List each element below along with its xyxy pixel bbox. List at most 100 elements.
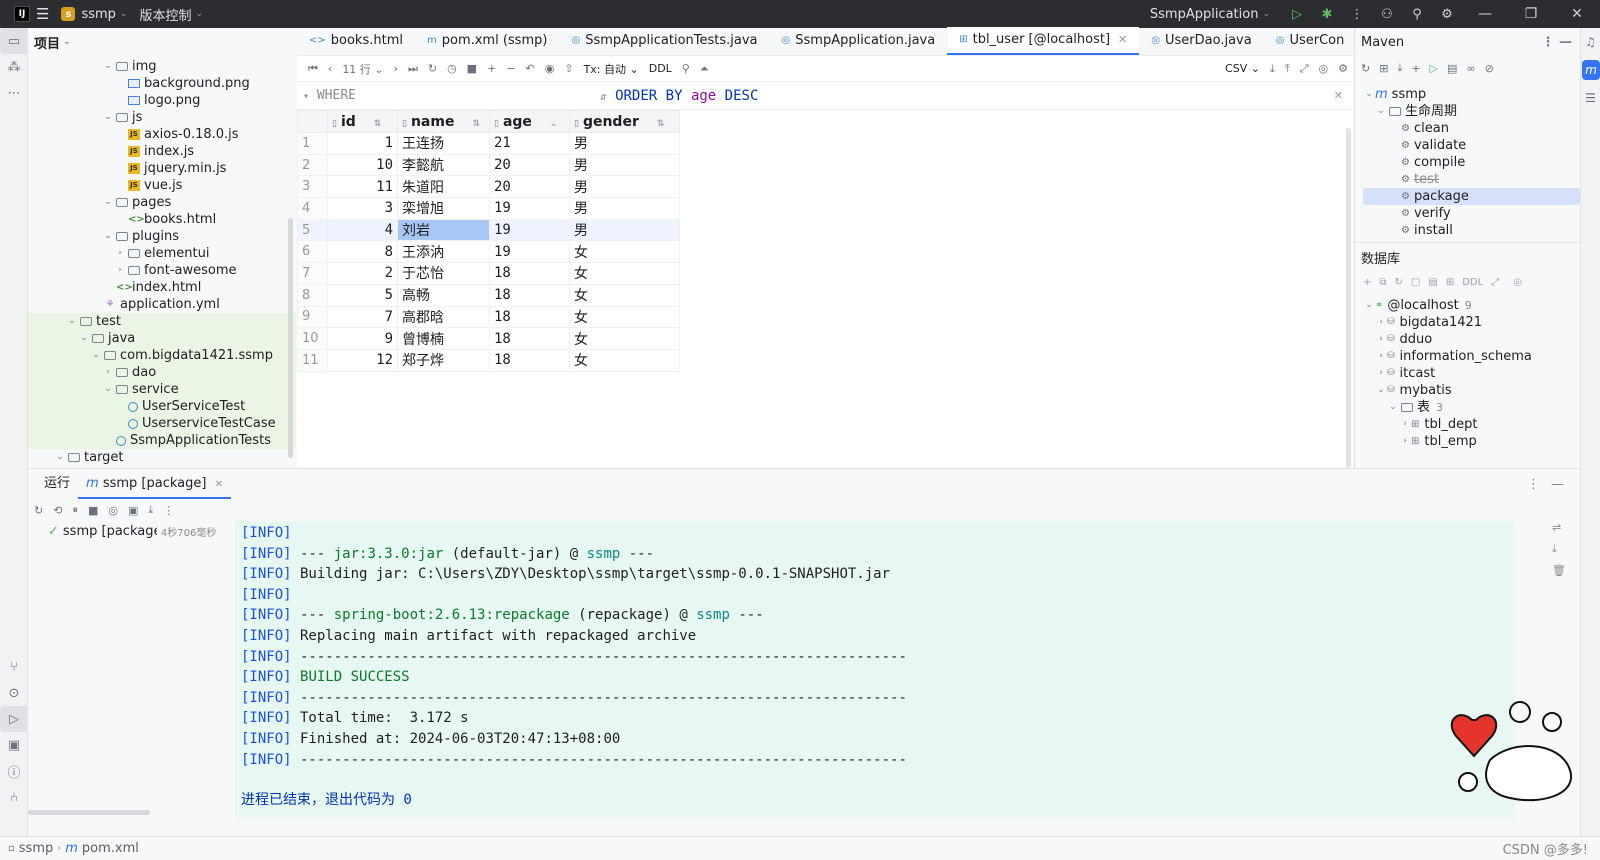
hamburger-menu-icon[interactable]: ☰	[36, 5, 49, 23]
preview-icon[interactable]: ◉	[540, 62, 560, 75]
tree-item[interactable]: › dao	[28, 364, 296, 381]
maven-project[interactable]: ⌄ m ssmp	[1363, 86, 1580, 103]
table-row[interactable]: 10 9 曾博楠 18 女	[297, 327, 680, 350]
editor-tab[interactable]: ◎ UserDao.java	[1139, 27, 1263, 55]
ddl-icon[interactable]: DDL	[1462, 277, 1483, 288]
copy-icon[interactable]: ⧉	[1379, 277, 1386, 288]
grid-icon[interactable]: ⊞	[1446, 277, 1454, 288]
tree-item[interactable]: ⌄ service	[28, 381, 296, 398]
tree-item[interactable]: background.png	[28, 75, 296, 92]
cell-gender[interactable]: 女	[569, 283, 680, 307]
view-icon[interactable]: ◎	[1513, 277, 1522, 288]
cell-id[interactable]: 9	[327, 327, 398, 350]
cell-age[interactable]: 19	[489, 218, 570, 242]
stop-icon[interactable]: ■	[462, 62, 482, 75]
table-row[interactable]: 6 8 王添汭 19 女	[297, 240, 680, 264]
tree-item[interactable]: ⚘ application.yml	[28, 296, 296, 313]
refresh-icon[interactable]: ↻	[423, 62, 442, 75]
sort-icon[interactable]: ⇅	[374, 119, 382, 129]
maven-goal[interactable]: ⚙ install	[1363, 222, 1580, 239]
soft-wrap-icon[interactable]: ⇌	[1552, 521, 1566, 534]
refresh-icon[interactable]: ↻	[1395, 277, 1403, 288]
git-tool-icon[interactable]: ⑃	[0, 784, 28, 810]
expand-toggle-icon[interactable]: ⌄	[102, 109, 114, 126]
table-row[interactable]: 11 12 郑子烨 18 女	[297, 348, 680, 372]
table-icon[interactable]: ▤	[1428, 277, 1437, 288]
expand-toggle-icon[interactable]: ⌄	[102, 194, 114, 211]
cell-age[interactable]: 18	[489, 348, 570, 372]
show-output-icon[interactable]: ◎	[108, 504, 118, 517]
run-config-tab[interactable]: m ssmp [package] ✕	[78, 469, 231, 499]
db-schema[interactable]: › ⛁ bigdata1421	[1363, 314, 1580, 331]
table-row[interactable]: 4 3 栾增旭 19 男	[297, 197, 680, 220]
cell-gender[interactable]: 男	[569, 218, 680, 242]
cell-name[interactable]: 高郡晗	[397, 305, 490, 329]
database-tool-icon[interactable]: ☰	[1581, 84, 1600, 112]
db-schema[interactable]: › ⛁ information_schema	[1363, 348, 1580, 365]
chart-icon[interactable]: ⏶	[695, 62, 714, 76]
cell-name[interactable]: 郑子烨	[397, 348, 490, 372]
close-icon[interactable]: ✕	[1554, 6, 1600, 22]
terminal-tool-icon[interactable]: ▣	[0, 732, 28, 758]
cell-name[interactable]: 王添汭	[397, 240, 490, 264]
db-table[interactable]: › ⊞ tbl_dept	[1363, 416, 1580, 433]
cell-gender[interactable]: 女	[569, 348, 680, 372]
last-page-icon[interactable]: ⏭	[403, 62, 423, 76]
account-icon[interactable]: ⚇	[1372, 7, 1402, 22]
cell-name[interactable]: 高畅	[397, 283, 490, 307]
tree-item[interactable]: logo.png	[28, 92, 296, 109]
expand-toggle-icon[interactable]: ⌄	[90, 347, 102, 364]
maven-goal[interactable]: ⚙ validate	[1363, 137, 1580, 154]
cell-name[interactable]: 曾博楠	[397, 327, 490, 350]
more-vertical-icon[interactable]: ⋮ —	[1541, 35, 1572, 50]
cell-gender[interactable]: 女	[569, 240, 680, 264]
tree-item[interactable]: ⌄ img	[28, 58, 296, 75]
tx-mode-selector[interactable]: Tx: 自动 ⌄	[579, 61, 644, 77]
maven-lifecycle[interactable]: ⌄ 生命周期	[1363, 103, 1580, 120]
project-panel-header[interactable]: 项目 ⌄	[28, 28, 296, 56]
expand-toggle-icon[interactable]: ›	[1375, 348, 1387, 365]
maven-tool-icon[interactable]: m	[1582, 60, 1600, 80]
tree-item[interactable]: › elementui	[28, 245, 296, 262]
tree-item[interactable]: ⌄ target	[28, 449, 296, 466]
cell-age[interactable]: 20	[489, 153, 570, 177]
first-page-icon[interactable]: ⏮	[303, 62, 323, 76]
maven-goal[interactable]: ⚙ compile	[1363, 154, 1580, 171]
column-header-id[interactable]: ▯ id ⇅	[327, 110, 398, 133]
editor-tab[interactable]: ⊞ tbl_user [@localhost] ✕	[947, 26, 1140, 55]
tree-item[interactable]: <> index.html	[28, 279, 296, 296]
upload-icon[interactable]: ⤒	[1280, 62, 1295, 76]
delete-row-icon[interactable]: −	[501, 62, 520, 75]
problems-tool-icon[interactable]: ⓘ	[0, 758, 28, 784]
expand-toggle-icon[interactable]: ⌄	[102, 58, 114, 75]
project-switcher[interactable]: s ssmp ⌄	[55, 0, 133, 28]
cell-name[interactable]: 栾增旭	[397, 197, 490, 220]
order-by-input[interactable]: ⇵ ORDER BY age DESC	[592, 88, 758, 104]
more-tools-icon[interactable]: ⋯	[0, 80, 28, 106]
cell-age[interactable]: 20	[489, 175, 570, 199]
rows-count-selector[interactable]: 11 行 ⌄	[337, 61, 388, 77]
clear-icon[interactable]: 🗑	[1552, 564, 1566, 577]
tree-item[interactable]: JS vue.js	[28, 177, 296, 194]
close-tab-icon[interactable]: ✕	[215, 479, 223, 490]
search-icon[interactable]: ⚲	[1402, 7, 1432, 22]
cell-id[interactable]: 4	[327, 218, 398, 242]
minimize-panel-icon[interactable]: —	[1551, 477, 1564, 492]
editor-tab[interactable]: ◎ SsmpApplication.java	[770, 27, 948, 55]
expand-toggle-icon[interactable]: ›	[114, 262, 126, 279]
ddl-button[interactable]: DDL	[644, 62, 677, 75]
tree-item[interactable]: JS jquery.min.js	[28, 160, 296, 177]
tree-item[interactable]: ⌄ test	[28, 313, 296, 330]
table-row[interactable]: 5 4 刘岩 19 男	[297, 218, 680, 242]
expand-toggle-icon[interactable]: ›	[1375, 331, 1387, 348]
maven-goal[interactable]: ⚙ verify	[1363, 205, 1580, 222]
more-vertical-icon[interactable]: ⋮	[163, 504, 174, 517]
submit-icon[interactable]: ⇧	[559, 62, 578, 75]
table-row[interactable]: 7 2 于芯怡 18 女	[297, 262, 680, 285]
tree-item[interactable]: › font-awesome	[28, 262, 296, 279]
toggle-offline-icon[interactable]: ∞	[1466, 62, 1475, 75]
prev-page-icon[interactable]: ‹	[323, 62, 337, 75]
cell-id[interactable]: 7	[327, 305, 398, 329]
close-tab-icon[interactable]: ✕	[1118, 26, 1127, 54]
download-icon[interactable]: ⤓	[1397, 61, 1402, 75]
